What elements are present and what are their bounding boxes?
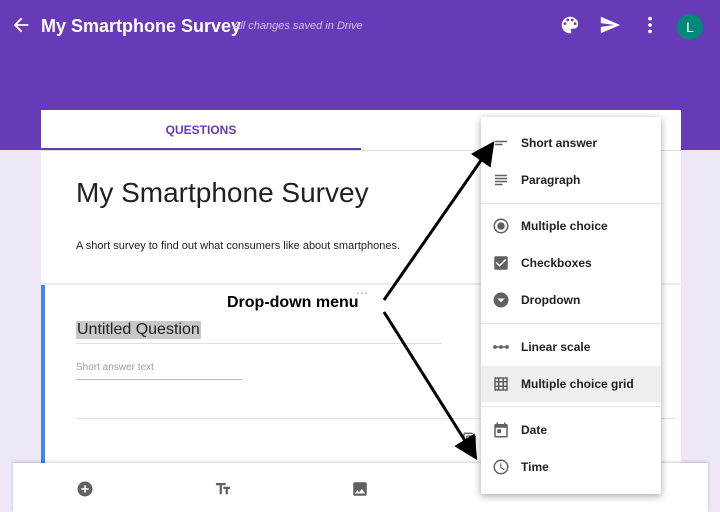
form-description[interactable]: A short survey to find out what consumer… <box>76 240 400 252</box>
menu-item-label: Date <box>521 423 548 437</box>
linear-scale-icon <box>493 345 509 349</box>
question-title-underline <box>76 343 442 344</box>
menu-item-checkboxes[interactable]: Checkboxes <box>481 245 661 281</box>
menu-item-paragraph[interactable]: Paragraph <box>481 162 661 198</box>
short-answer-icon <box>495 140 507 146</box>
tab-questions[interactable]: QUESTIONS <box>41 110 361 150</box>
short-answer-underline <box>76 379 242 380</box>
menu-item-linear-scale[interactable]: Linear scale <box>481 329 661 365</box>
menu-item-time[interactable]: Time <box>481 449 661 485</box>
title-text-icon[interactable] <box>214 480 232 498</box>
radio-icon <box>493 218 509 234</box>
question-type-menu[interactable]: Short answer Paragraph Multiple choice C… <box>481 117 661 494</box>
duplicate-icon[interactable] <box>462 432 478 448</box>
menu-item-label: Short answer <box>521 136 598 150</box>
form-title[interactable]: My Smartphone Survey <box>76 177 369 209</box>
menu-item-label: Dropdown <box>521 293 581 307</box>
palette-icon[interactable] <box>559 14 581 36</box>
checkbox-icon <box>494 256 508 270</box>
menu-divider <box>481 203 661 204</box>
send-icon[interactable] <box>599 14 621 36</box>
clock-icon <box>493 459 509 475</box>
back-arrow-icon[interactable] <box>10 14 32 36</box>
menu-divider <box>481 406 661 407</box>
app-title: My Smartphone Survey <box>41 16 242 36</box>
menu-item-label: Checkboxes <box>521 256 592 270</box>
more-vert-icon[interactable] <box>639 14 661 36</box>
dropdown-icon <box>493 292 509 308</box>
menu-item-short-answer[interactable]: Short answer <box>481 125 661 161</box>
menu-item-dropdown[interactable]: Dropdown <box>481 282 661 318</box>
menu-item-label: Paragraph <box>521 173 581 187</box>
grid-icon <box>494 377 508 391</box>
annotation-label: Drop-down menu <box>227 294 359 311</box>
menu-item-label: Multiple choice grid <box>521 377 634 391</box>
short-answer-placeholder: Short answer text <box>76 362 154 373</box>
menu-item-date[interactable]: Date <box>481 412 661 448</box>
menu-item-label: Multiple choice <box>521 219 608 233</box>
calendar-icon <box>494 422 508 438</box>
menu-item-multiple-choice-grid[interactable]: Multiple choice grid <box>481 366 661 402</box>
question-title[interactable]: Untitled Question <box>76 321 201 339</box>
add-question-icon[interactable] <box>76 480 94 498</box>
add-image-icon[interactable] <box>351 480 369 498</box>
menu-item-multiple-choice[interactable]: Multiple choice <box>481 208 661 244</box>
menu-item-label: Time <box>521 460 549 474</box>
paragraph-icon <box>495 174 507 186</box>
avatar[interactable]: L <box>677 14 703 40</box>
menu-divider <box>481 323 661 324</box>
menu-item-label: Linear scale <box>521 340 591 354</box>
save-status: All changes saved in Drive <box>233 20 363 32</box>
